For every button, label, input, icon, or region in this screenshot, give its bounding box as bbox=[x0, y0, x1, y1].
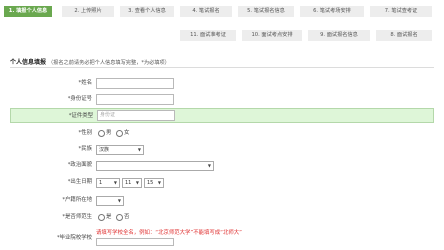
name-input[interactable] bbox=[96, 78, 174, 89]
step-7[interactable]: 7. 笔试查考证 bbox=[370, 6, 432, 17]
hukou-label: *户籍所在地 bbox=[62, 197, 92, 203]
step-5[interactable]: 5. 笔试报名信息 bbox=[238, 6, 294, 17]
step-6[interactable]: 6. 笔试考场安排 bbox=[300, 6, 364, 17]
step-2[interactable]: 2. 上传照片 bbox=[62, 6, 114, 17]
row-school: *毕业院校学校 请填写学校全名，例如：“北京师范大学”不能填写成“北师大” bbox=[10, 226, 434, 246]
id-number-label: *身份证号 bbox=[67, 96, 92, 102]
row-gender: *性别 男 女 bbox=[10, 126, 434, 141]
chevron-down-icon: ▼ bbox=[117, 198, 121, 203]
chevron-down-icon: ▼ bbox=[137, 147, 141, 152]
normal-no-radio[interactable] bbox=[116, 214, 123, 221]
row-id-type: *证件类型 身份证 bbox=[10, 108, 434, 123]
section-heading: 个人信息填报 bbox=[10, 59, 47, 66]
chevron-down-icon: ▼ bbox=[207, 163, 211, 168]
birthdate-label: *出生日期 bbox=[67, 179, 92, 185]
row-ethnicity: *民族 汉族 ▼ bbox=[10, 142, 434, 157]
row-hukou: *户籍所在地 ▼ bbox=[10, 193, 434, 208]
normal-yes-radio[interactable] bbox=[98, 214, 105, 221]
row-birthdate: *出生日期 1 ▼ 11 ▼ 15 ▼ bbox=[10, 175, 434, 190]
row-political: *政治面貌 ▼ bbox=[10, 158, 434, 173]
birth-year-select[interactable]: 1 ▼ bbox=[96, 178, 120, 188]
section-hint: （报名之前请务必把个人信息填写完整，*为必填项） bbox=[47, 60, 170, 66]
divider bbox=[10, 67, 434, 68]
gender-male-label: 男 bbox=[106, 130, 112, 136]
gender-label: *性别 bbox=[78, 130, 92, 136]
birth-day-value: 15 bbox=[147, 180, 154, 186]
step-3[interactable]: 3. 查看个人信息 bbox=[120, 6, 174, 17]
gender-male-radio[interactable] bbox=[98, 130, 105, 137]
school-label: *毕业院校学校 bbox=[56, 235, 92, 241]
birth-month-select[interactable]: 11 ▼ bbox=[122, 178, 142, 188]
id-number-input[interactable] bbox=[96, 94, 174, 105]
step-9[interactable]: 9. 面试报名信息 bbox=[308, 30, 370, 41]
row-id-number: *身份证号 bbox=[10, 92, 434, 107]
normal-yes-label: 是 bbox=[106, 214, 112, 220]
gender-female-radio[interactable] bbox=[116, 130, 123, 137]
step-11[interactable]: 11. 面试准考证 bbox=[180, 30, 236, 41]
normal-student-label: *是否师范生 bbox=[62, 214, 92, 220]
ethnicity-label: *民族 bbox=[78, 146, 92, 152]
hukou-select[interactable]: ▼ bbox=[96, 196, 124, 206]
ethnicity-select[interactable]: 汉族 ▼ bbox=[96, 145, 144, 155]
school-input[interactable] bbox=[96, 238, 174, 246]
ethnicity-value: 汉族 bbox=[99, 147, 110, 153]
step-4[interactable]: 4. 笔试报名 bbox=[180, 6, 232, 17]
step-1[interactable]: 1. 填报个人信息 bbox=[4, 6, 52, 17]
chevron-down-icon: ▼ bbox=[135, 180, 139, 185]
political-select[interactable]: ▼ bbox=[96, 161, 214, 171]
section-title: 个人信息填报 （报名之前请务必把个人信息填写完整，*为必填项） bbox=[10, 57, 170, 66]
name-label: *姓名 bbox=[78, 80, 92, 86]
political-label: *政治面貌 bbox=[67, 162, 92, 168]
birth-month-value: 11 bbox=[125, 180, 132, 186]
chevron-down-icon: ▼ bbox=[113, 180, 117, 185]
row-normal-student: *是否师范生 是 否 bbox=[10, 210, 434, 225]
id-type-input[interactable]: 身份证 bbox=[97, 110, 175, 121]
gender-female-label: 女 bbox=[124, 130, 130, 136]
id-type-label: *证件类型 bbox=[68, 113, 93, 119]
birth-year-value: 1 bbox=[99, 180, 103, 186]
normal-no-label: 否 bbox=[124, 214, 130, 220]
step-10[interactable]: 10. 面试考点安排 bbox=[242, 30, 302, 41]
birth-day-select[interactable]: 15 ▼ bbox=[144, 178, 164, 188]
chevron-down-icon: ▼ bbox=[157, 180, 161, 185]
row-name: *姓名 bbox=[10, 76, 434, 91]
step-8[interactable]: 8. 面试报名 bbox=[376, 30, 432, 41]
